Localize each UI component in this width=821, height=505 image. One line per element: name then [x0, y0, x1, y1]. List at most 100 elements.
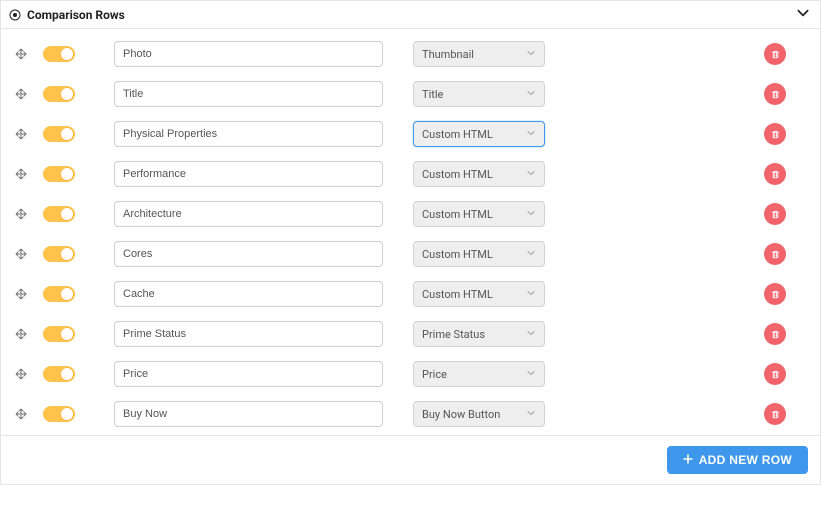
comparison-row: Custom HTML — [13, 281, 808, 307]
drag-handle-icon[interactable] — [13, 368, 29, 380]
trash-icon — [770, 329, 781, 340]
row-type-select[interactable]: Prime Status — [413, 321, 545, 347]
trash-icon — [770, 169, 781, 180]
row-enabled-toggle[interactable] — [43, 46, 75, 62]
trash-icon — [770, 129, 781, 140]
panel-header[interactable]: Comparison Rows — [1, 1, 820, 29]
panel-footer: ADD NEW ROW — [1, 435, 820, 484]
drag-handle-icon[interactable] — [13, 88, 29, 100]
delete-row-button[interactable] — [764, 403, 786, 425]
drag-handle-icon[interactable] — [13, 128, 29, 140]
delete-row-button[interactable] — [764, 83, 786, 105]
delete-row-button[interactable] — [764, 203, 786, 225]
drag-handle-icon[interactable] — [13, 288, 29, 300]
chevron-down-icon — [526, 88, 536, 101]
row-type-label: Price — [422, 368, 447, 381]
drag-handle-icon[interactable] — [13, 328, 29, 340]
row-name-input[interactable] — [114, 121, 383, 147]
drag-handle-icon[interactable] — [13, 48, 29, 60]
row-enabled-toggle[interactable] — [43, 86, 75, 102]
comparison-row: Custom HTML — [13, 201, 808, 227]
row-type-label: Prime Status — [422, 328, 485, 341]
comparison-row: Buy Now Button — [13, 401, 808, 427]
row-enabled-toggle[interactable] — [43, 166, 75, 182]
trash-icon — [770, 249, 781, 260]
row-type-select[interactable]: Title — [413, 81, 545, 107]
chevron-down-icon — [796, 6, 810, 23]
row-type-label: Custom HTML — [422, 248, 493, 261]
chevron-down-icon — [526, 208, 536, 221]
row-type-select[interactable]: Custom HTML — [413, 121, 545, 147]
rows-list: Thumbnail Title Custom HTML Custom HTML Cust… — [13, 41, 808, 427]
chevron-down-icon — [526, 408, 536, 421]
comparison-row: Custom HTML — [13, 241, 808, 267]
row-name-input[interactable] — [114, 41, 383, 67]
drag-handle-icon[interactable] — [13, 208, 29, 220]
row-type-select[interactable]: Custom HTML — [413, 161, 545, 187]
row-type-label: Custom HTML — [422, 128, 493, 141]
row-enabled-toggle[interactable] — [43, 366, 75, 382]
trash-icon — [770, 209, 781, 220]
row-name-input[interactable] — [114, 401, 383, 427]
delete-row-button[interactable] — [764, 323, 786, 345]
delete-row-button[interactable] — [764, 363, 786, 385]
row-enabled-toggle[interactable] — [43, 126, 75, 142]
row-type-label: Title — [422, 88, 443, 101]
trash-icon — [770, 409, 781, 420]
chevron-down-icon — [526, 248, 536, 261]
row-enabled-toggle[interactable] — [43, 326, 75, 342]
row-type-label: Custom HTML — [422, 288, 493, 301]
row-type-label: Custom HTML — [422, 208, 493, 221]
trash-icon — [770, 89, 781, 100]
row-type-select[interactable]: Buy Now Button — [413, 401, 545, 427]
row-type-select[interactable]: Custom HTML — [413, 241, 545, 267]
comparison-row: Title — [13, 81, 808, 107]
comparison-row: Custom HTML — [13, 121, 808, 147]
drag-handle-icon[interactable] — [13, 168, 29, 180]
row-name-input[interactable] — [114, 361, 383, 387]
drag-handle-icon[interactable] — [13, 408, 29, 420]
row-type-label: Buy Now Button — [422, 408, 500, 421]
row-name-input[interactable] — [114, 321, 383, 347]
drag-handle-icon[interactable] — [13, 248, 29, 260]
chevron-down-icon — [526, 328, 536, 341]
target-icon — [9, 9, 21, 21]
delete-row-button[interactable] — [764, 243, 786, 265]
delete-row-button[interactable] — [764, 43, 786, 65]
row-enabled-toggle[interactable] — [43, 206, 75, 222]
row-type-label: Custom HTML — [422, 168, 493, 181]
trash-icon — [770, 49, 781, 60]
comparison-row: Custom HTML — [13, 161, 808, 187]
row-name-input[interactable] — [114, 281, 383, 307]
row-name-input[interactable] — [114, 241, 383, 267]
row-name-input[interactable] — [114, 201, 383, 227]
delete-row-button[interactable] — [764, 123, 786, 145]
row-type-select[interactable]: Custom HTML — [413, 201, 545, 227]
chevron-down-icon — [526, 168, 536, 181]
row-name-input[interactable] — [114, 161, 383, 187]
row-type-select[interactable]: Thumbnail — [413, 41, 545, 67]
row-type-select[interactable]: Custom HTML — [413, 281, 545, 307]
panel-title: Comparison Rows — [27, 8, 796, 22]
row-name-input[interactable] — [114, 81, 383, 107]
comparison-rows-panel: Comparison Rows Thumbnail Title Custom HTM… — [0, 0, 821, 485]
add-new-row-label: ADD NEW ROW — [699, 453, 792, 467]
chevron-down-icon — [526, 368, 536, 381]
row-type-label: Thumbnail — [422, 48, 474, 61]
panel-body: Thumbnail Title Custom HTML Custom HTML Cust… — [1, 29, 820, 435]
delete-row-button[interactable] — [764, 283, 786, 305]
comparison-row: Price — [13, 361, 808, 387]
chevron-down-icon — [526, 48, 536, 61]
trash-icon — [770, 369, 781, 380]
row-type-select[interactable]: Price — [413, 361, 545, 387]
chevron-down-icon — [526, 288, 536, 301]
add-new-row-button[interactable]: ADD NEW ROW — [667, 446, 808, 474]
plus-icon — [683, 453, 693, 467]
row-enabled-toggle[interactable] — [43, 286, 75, 302]
delete-row-button[interactable] — [764, 163, 786, 185]
trash-icon — [770, 289, 781, 300]
row-enabled-toggle[interactable] — [43, 406, 75, 422]
comparison-row: Thumbnail — [13, 41, 808, 67]
comparison-row: Prime Status — [13, 321, 808, 347]
row-enabled-toggle[interactable] — [43, 246, 75, 262]
